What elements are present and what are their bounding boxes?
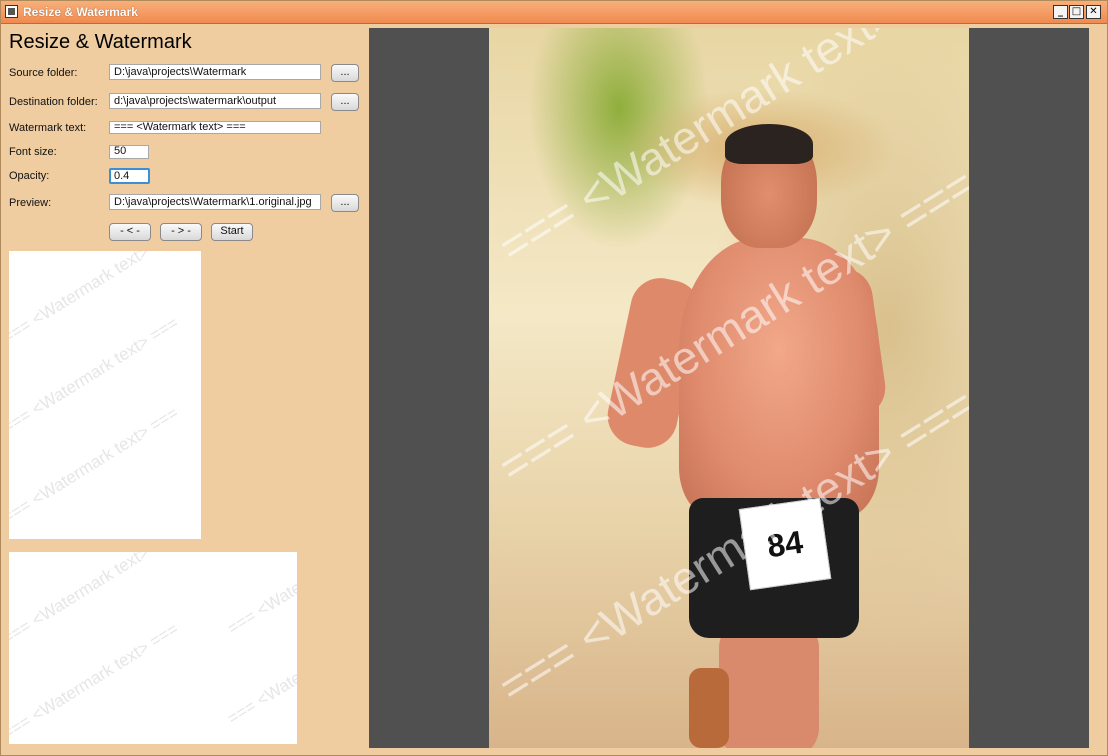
start-button[interactable]: Start [211, 223, 253, 241]
preview-panel: 84 === <Watermark text> === === <Waterma… [369, 28, 1089, 748]
runner-shoe [689, 668, 729, 748]
thumbnail-landscape: === <Watermark text> === === <Watermark … [9, 552, 297, 744]
title-bar[interactable]: Resize & Watermark _ □ ✕ [1, 1, 1107, 24]
opacity-input[interactable]: 0.4 [109, 168, 150, 184]
app-icon [5, 5, 18, 18]
close-button[interactable]: ✕ [1086, 5, 1101, 19]
minimize-button[interactable]: _ [1053, 5, 1068, 19]
destination-folder-label: Destination folder: [9, 96, 98, 108]
maximize-button[interactable]: □ [1069, 5, 1084, 19]
thumbnail-portrait: === <Watermark text> === === <Watermark … [9, 251, 201, 539]
page-title: Resize & Watermark [9, 31, 192, 53]
watermark-text-label: Watermark text: [9, 122, 87, 134]
window-title: Resize & Watermark [23, 5, 138, 19]
preview-photo: 84 === <Watermark text> === === <Waterma… [489, 28, 969, 748]
thumbnail-watermark: === <Watermark text> === [224, 552, 297, 639]
source-folder-input[interactable]: D:\java\projects\Watermark [109, 64, 321, 80]
preview-label: Preview: [9, 197, 52, 209]
app-window: Resize & Watermark _ □ ✕ Resize & Waterm… [0, 0, 1108, 756]
opacity-label: Opacity: [9, 170, 50, 182]
destination-browse-button[interactable]: ... [331, 93, 359, 111]
source-browse-button[interactable]: ... [331, 64, 359, 82]
thumbnail-watermark: === <Watermark text> === [9, 619, 182, 744]
font-size-input[interactable]: 50 [109, 145, 149, 159]
font-size-label: Font size: [9, 146, 57, 158]
preview-file-input[interactable]: D:\java\projects\Watermark\1.original.jp… [109, 194, 321, 210]
destination-folder-input[interactable]: d:\java\projects\watermark\output [109, 93, 321, 109]
preview-browse-button[interactable]: ... [331, 194, 359, 212]
previous-button[interactable]: - < - [109, 223, 151, 241]
source-folder-label: Source folder: [9, 67, 78, 79]
watermark-text-input[interactable]: === <Watermark text> === [109, 121, 321, 134]
next-button[interactable]: - > - [160, 223, 202, 241]
